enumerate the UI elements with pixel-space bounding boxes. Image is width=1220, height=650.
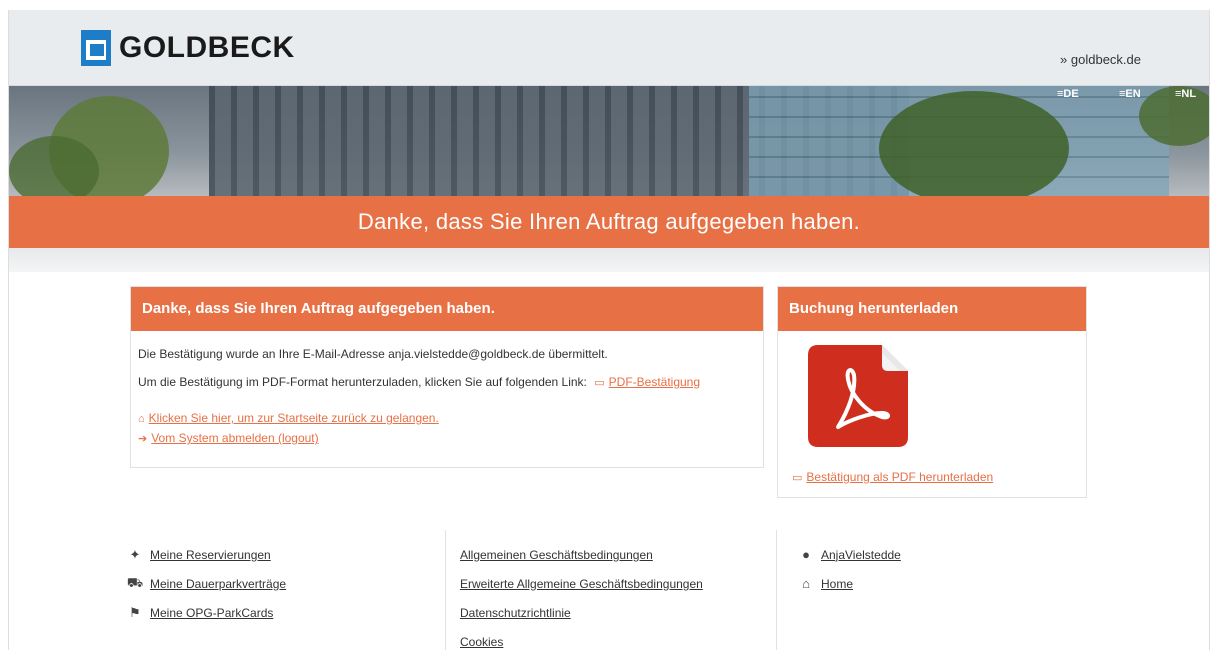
home-icon: ⌂ <box>802 576 810 591</box>
pdf-file-icon: ▭ <box>594 377 605 389</box>
footer-link-cookies[interactable]: Cookies <box>460 627 703 650</box>
page-frame: GOLDBECK » goldbeck.de ≡DE ≡EN ≡NL Danke… <box>8 10 1210 650</box>
car-icon: ⛟ <box>126 574 144 590</box>
footer-link-user[interactable]: ● AnjaVielstedde <box>797 540 901 569</box>
banner-title: Danke, dass Sie Ihren Auftrag aufgegeben… <box>357 209 861 234</box>
goldbeck-site-link[interactable]: » goldbeck.de <box>1060 52 1141 67</box>
home-icon: ⌂ <box>138 413 145 425</box>
footer-link-extended-agb[interactable]: Erweiterte Allgemeine Geschäftsbedingung… <box>460 569 703 598</box>
pdf-instruction-line: Um die Bestätigung im PDF-Format herunte… <box>138 375 701 389</box>
footer-link-reservations[interactable]: ✦ Meine Reservierungen <box>126 540 286 569</box>
footer-link-home[interactable]: ⌂ Home <box>797 569 901 598</box>
pdf-confirmation-link[interactable]: PDF-Bestätigung <box>609 375 700 389</box>
pdf-file-icon: ▭ <box>792 472 803 484</box>
user-icon: ● <box>802 547 810 562</box>
footer: ✦ Meine Reservierungen ⛟ Meine Dauerpark… <box>9 530 1209 650</box>
footer-link-agb[interactable]: Allgemeinen Geschäftsbedingungen <box>460 540 703 569</box>
footer-link-contracts[interactable]: ⛟ Meine Dauerparkverträge <box>126 569 286 598</box>
email-confirmation-text: Die Bestätigung wurde an Ihre E-Mail-Adr… <box>138 347 608 361</box>
top-bar: GOLDBECK » goldbeck.de <box>9 10 1209 86</box>
back-to-home-link[interactable]: Klicken Sie hier, um zur Startseite zurü… <box>149 411 439 425</box>
footer-link-privacy[interactable]: Datenschutzrichtlinie <box>460 598 703 627</box>
footer-col-user: ● AnjaVielstedde ⌂ Home <box>797 540 901 598</box>
logout-link[interactable]: Vom System abmelden (logout) <box>151 431 318 445</box>
footer-link-parkcards[interactable]: ⚑ Meine OPG-ParkCards <box>126 598 286 627</box>
hero-tree <box>1139 86 1209 146</box>
confirmation-panel: Danke, dass Sie Ihren Auftrag aufgegeben… <box>130 286 764 468</box>
footer-divider <box>445 530 446 650</box>
download-link-row: ▭ Bestätigung als PDF herunterladen <box>792 470 993 484</box>
pdf-document-icon[interactable] <box>804 341 912 451</box>
ticket-icon: ✦ <box>129 546 141 562</box>
download-pdf-link[interactable]: Bestätigung als PDF herunterladen <box>806 470 993 484</box>
confirmation-panel-title: Danke, dass Sie Ihren Auftrag aufgegeben… <box>131 287 763 331</box>
goldbeck-logo[interactable]: GOLDBECK <box>81 30 295 66</box>
tag-icon: ⚑ <box>129 604 141 620</box>
hero-tree <box>879 91 1069 206</box>
title-banner: Danke, dass Sie Ihren Auftrag aufgegeben… <box>9 196 1209 248</box>
footer-col-account: ✦ Meine Reservierungen ⛟ Meine Dauerpark… <box>126 540 286 627</box>
goldbeck-logo-icon <box>81 30 111 66</box>
footer-col-legal: Allgemeinen Geschäftsbedingungen Erweite… <box>460 540 703 650</box>
logout-icon: ➔ <box>138 433 148 445</box>
logo-text: GOLDBECK <box>119 31 295 64</box>
download-panel-title: Buchung herunterladen <box>778 287 1086 331</box>
lang-nl-link[interactable]: ≡NL <box>1175 88 1196 100</box>
lang-de-link[interactable]: ≡DE <box>1057 88 1079 100</box>
lang-en-link[interactable]: ≡EN <box>1119 88 1141 100</box>
download-panel: Buchung herunterladen ▭ Bestätigung als P… <box>777 286 1087 498</box>
footer-divider <box>776 530 777 650</box>
